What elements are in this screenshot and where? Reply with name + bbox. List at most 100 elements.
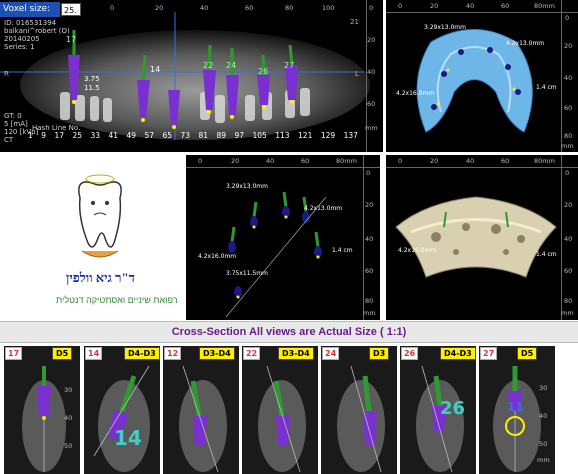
- cross-section-panel[interactable]: 17 D5 30 40 50: [4, 346, 80, 474]
- implant-label: 4.2x16.0mm: [396, 90, 435, 97]
- cross-section-panel[interactable]: 26 D4-D3 26: [400, 346, 476, 474]
- tooth-number: 12: [164, 347, 182, 360]
- tooth-label: 17: [66, 35, 77, 44]
- position-tick: 65: [162, 131, 173, 140]
- position-tick: 17: [54, 131, 65, 140]
- scale-unit: mm: [561, 309, 574, 317]
- scale-tick: 40: [365, 235, 374, 243]
- occlusal-3d-view[interactable]: 0 20 40 60 80mm 0 20 40 60 80 mm 3.29x13…: [386, 0, 578, 152]
- implant-label: 3.29x13.0mm: [226, 183, 268, 190]
- scale-tick: 20: [430, 2, 439, 10]
- implants-3d-view[interactable]: 0 20 40 60 80mm 0 20 40 60 80 mm 3.29x13…: [186, 155, 380, 320]
- bone-density-badge: D5: [517, 347, 538, 360]
- tooth-number: 17: [5, 347, 23, 360]
- scale-tick: 30: [64, 386, 73, 394]
- tooth-big-label: 26: [440, 398, 466, 419]
- scale-tick: 30: [539, 384, 548, 392]
- cross-section-panel[interactable]: 24 D3: [321, 346, 397, 474]
- scale-tick: 80mm: [534, 157, 555, 165]
- cross-section-header: Cross-Section All views are Actual Size …: [0, 321, 578, 343]
- tooth-number: 27: [480, 347, 498, 360]
- scale-tick: 40: [64, 414, 73, 422]
- scale-tick: 60: [564, 267, 573, 275]
- scale-tick: 40: [466, 2, 475, 10]
- bone-3d-view[interactable]: 0 20 40 60 80mm 0 20 40 60 80 mm 4.2x16.…: [386, 155, 578, 320]
- scale-unit: mm: [363, 309, 376, 317]
- scale-unit: mm: [365, 124, 378, 132]
- tooth-mascot-icon: [78, 174, 122, 258]
- scale-tick: 0: [565, 14, 570, 22]
- scale-tick: 40: [200, 4, 209, 12]
- scale-tick: 0: [110, 4, 115, 12]
- cross-section-image: [179, 365, 227, 473]
- scale-tick: 60: [564, 104, 573, 112]
- scale-tick: 60: [367, 100, 376, 108]
- implant-length-label: 11.5: [84, 84, 100, 92]
- scale-tick: 80: [564, 297, 573, 305]
- position-tick: 97: [234, 131, 245, 140]
- panoramic-view[interactable]: Voxel size: 25. ID: 016531394 balkani^ro…: [0, 0, 383, 152]
- implant-label: 4.2x16.0mm: [398, 247, 437, 254]
- position-tick: 49: [126, 131, 137, 140]
- implant-label: 3.75x11.5mm: [226, 270, 268, 277]
- scale-tick: 40: [367, 68, 376, 76]
- bone-density-badge: D4-D3: [124, 347, 160, 360]
- tooth-label: 26: [258, 67, 269, 76]
- tooth-number: 14: [85, 347, 103, 360]
- scale-tick: 60: [245, 4, 254, 12]
- voxel-size-field[interactable]: 25.: [61, 3, 81, 16]
- scale-tick: 0: [366, 169, 371, 177]
- bone-3d-model: [395, 196, 557, 278]
- position-tick: 129: [320, 131, 336, 140]
- scale-tick: 20: [564, 201, 573, 209]
- tooth-number: 26: [401, 347, 419, 360]
- tooth-label: 27: [284, 61, 295, 70]
- position-tick: 25: [72, 131, 83, 140]
- cross-section-image: [93, 365, 150, 472]
- position-tick: 137: [343, 131, 358, 140]
- scale-tick: 20: [231, 157, 240, 165]
- position-tick: 89: [216, 131, 227, 140]
- scale-tick: 80mm: [534, 2, 555, 10]
- bone-density-badge: D3: [369, 347, 390, 360]
- bone-density-badge: D3-D4: [278, 347, 314, 360]
- scale-tick: 40: [539, 412, 548, 420]
- distance-label: 1.4 cm: [536, 251, 557, 258]
- tooth-number: 22: [243, 347, 261, 360]
- cross-section-panel[interactable]: 22 D3-D4: [242, 346, 318, 474]
- scale-tick: 100: [322, 4, 335, 12]
- cross-section-panel[interactable]: 14 D4-D3 14: [84, 346, 160, 474]
- patient-id: ID: 016531394: [4, 19, 57, 27]
- scale-tick: 60: [501, 157, 510, 165]
- ct-label: CT: [4, 136, 14, 144]
- implant-label: 3.29x13.0mm: [424, 24, 466, 31]
- clinic-logo: ד"ר גיא וולפין רפואת שיניים ואסתטיקה דנט…: [0, 155, 178, 320]
- position-tick: 105: [252, 131, 267, 140]
- scale-tick: 0: [565, 169, 570, 177]
- patient-name: balkani^robert (O): [4, 27, 70, 35]
- scale-tick: 20: [365, 201, 374, 209]
- implant-label: 4.2x13.0mm: [304, 205, 343, 212]
- scale-tick: 0: [369, 4, 374, 12]
- scale-tick: 40: [266, 157, 275, 165]
- cross-section-image: [22, 366, 66, 472]
- scale-tick: 60: [301, 157, 310, 165]
- position-tick: 121: [298, 131, 313, 140]
- ma-value: 5 [mA]: [4, 120, 28, 128]
- scale-tick: 80: [285, 4, 294, 12]
- implant-label: 4.2x16.0mm: [198, 253, 237, 260]
- scale-tick: 20: [564, 42, 573, 50]
- scale-tick: 40: [466, 157, 475, 165]
- distance-label: 1.4 cm: [536, 84, 557, 91]
- cross-section-panel[interactable]: 12 D3-D4: [163, 346, 239, 474]
- position-tick: 9: [41, 131, 47, 140]
- scale-tick: 60: [501, 2, 510, 10]
- bone-density-badge: D4-D3: [440, 347, 476, 360]
- position-tick: 57: [144, 131, 155, 140]
- scale-tick: 20: [155, 4, 164, 12]
- position-tick: 73: [180, 131, 191, 140]
- scale-tick: 0: [398, 2, 403, 10]
- scale-unit: mm: [561, 142, 574, 150]
- cross-section-panel[interactable]: 27 D5 11 30 40 50 mm: [479, 346, 555, 474]
- maxilla-3d-model: [416, 29, 533, 133]
